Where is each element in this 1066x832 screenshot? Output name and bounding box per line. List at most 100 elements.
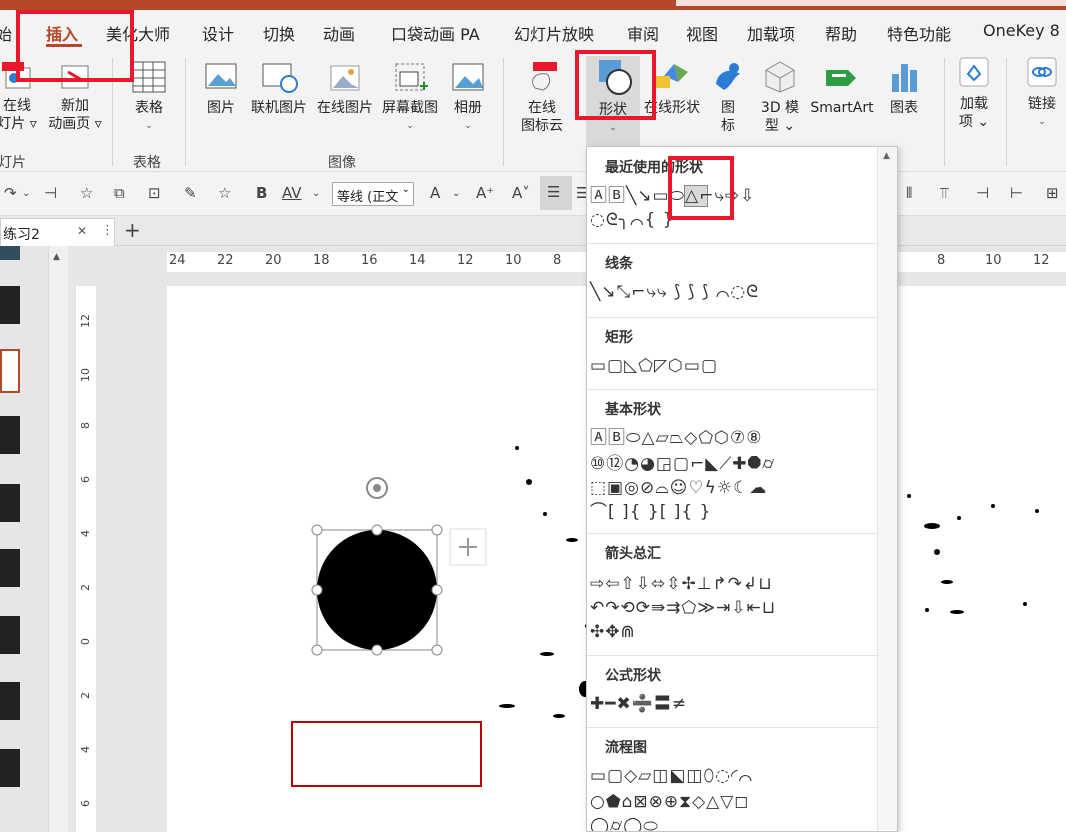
presenter-icon[interactable]: ⊡ xyxy=(148,184,161,202)
tab-transitions[interactable]: 切换 xyxy=(263,21,295,45)
align-icon[interactable]: ⊣ xyxy=(44,184,57,202)
icons-label-1: 图 xyxy=(721,100,735,116)
thumbnail-scrollbar[interactable]: ▲ xyxy=(48,246,68,832)
tab-view[interactable]: 视图 xyxy=(686,21,718,45)
black-circle-shape[interactable] xyxy=(317,530,437,650)
format-painter-icon[interactable]: ✎ xyxy=(184,184,197,202)
basic-shapes-row[interactable]: 🄰🄱⬭△▱⏢◇⬠⬡⑦⑧ xyxy=(590,427,762,449)
album-label: 相册 xyxy=(454,100,482,116)
album-caret: ⌄ xyxy=(464,121,472,131)
close-icon[interactable]: ✕ xyxy=(77,224,87,238)
slide-thumbnail-selected[interactable] xyxy=(0,349,20,393)
favorite-icon[interactable]: ☆ xyxy=(218,184,231,202)
arrows-row[interactable]: ⇨⇦⇧⇩⬄⇳✢⊥↱↷↲⊔ xyxy=(590,573,773,595)
tab-help[interactable]: 帮助 xyxy=(825,21,857,45)
chart-button[interactable]: 图表 xyxy=(880,60,928,117)
tab-slideshow[interactable]: 幻灯片放映 xyxy=(514,21,594,45)
ruler-tick-label: 8 xyxy=(79,422,92,429)
ruler-tick-label: 18 xyxy=(313,253,330,268)
increase-font-icon[interactable]: A⁺ xyxy=(476,184,494,202)
ruler-tick-label: 2 xyxy=(79,584,92,591)
ruler-tick-label: 6 xyxy=(79,800,92,807)
tab-addins[interactable]: 加载项 xyxy=(747,21,795,45)
ruler-tick-label: 24 xyxy=(169,253,186,268)
redo-icon[interactable]: ↷ xyxy=(4,184,17,202)
slide-thumbnail[interactable] xyxy=(0,416,20,454)
slide-thumbnail[interactable] xyxy=(0,484,20,522)
decrease-font-icon[interactable]: A˅ xyxy=(512,184,530,202)
rectangles-row[interactable]: ▭▢◺⬠◸⬡▭▢ xyxy=(590,355,718,377)
section-divider xyxy=(587,655,879,656)
icons-button[interactable]: 图 标 xyxy=(706,60,750,135)
align-left-shape-icon[interactable]: ⊢ xyxy=(1010,184,1023,202)
flowchart-row[interactable]: ○⬟⌂⊠⊗⊕⧗◇△▽◻ xyxy=(590,791,749,813)
lines-row[interactable]: ╲↘⤡⌐⤷⤷ ⟆ ⟆ ⟆ ⌒◌ᘓ xyxy=(590,281,759,303)
addins-button[interactable]: 加载 项 ⌄ xyxy=(952,56,996,131)
chart-label: 图表 xyxy=(890,100,918,116)
tab-onekey[interactable]: OneKey 8 xyxy=(983,21,1060,40)
online-picture2-label: 在线图片 xyxy=(317,100,373,116)
slide-thumbnail[interactable] xyxy=(0,286,20,324)
equation-shapes-row[interactable]: ✚━✖➗〓≠ xyxy=(590,693,687,715)
red-outline-rectangle[interactable] xyxy=(291,721,482,787)
flowchart-row[interactable]: ◯⌭◯⬭ xyxy=(590,815,659,831)
arrows-title: 箭头总汇 xyxy=(605,546,661,562)
scroll-up-icon[interactable]: ▲ xyxy=(883,151,890,161)
online-picture-button[interactable]: 联机图片 xyxy=(246,60,312,117)
add-tab-icon[interactable]: + xyxy=(124,218,141,242)
shapes-caret: ⌄ xyxy=(609,123,617,133)
scroll-up-icon[interactable]: ▲ xyxy=(53,252,60,262)
char-spacing-icon[interactable]: AV xyxy=(282,184,302,202)
distribute-icon[interactable]: ⫴ xyxy=(906,184,912,202)
rotate-handle-icon[interactable] xyxy=(366,477,388,499)
table-caret: ⌄ xyxy=(145,121,153,131)
arrows-row[interactable]: ↶↷⟲⟳⇛⇉⬠≫⇥⇩⇤⊔ xyxy=(590,597,776,619)
document-tab[interactable]: 练习2 ✕ ⋮ xyxy=(0,218,115,246)
ruler-tick-label: 10 xyxy=(505,253,522,268)
album-icon xyxy=(452,63,484,91)
font-color-icon[interactable]: A xyxy=(430,184,440,202)
picture-button[interactable]: 图片 xyxy=(196,60,246,117)
slide-thumbnail[interactable] xyxy=(0,682,20,720)
tab-start[interactable]: 始 xyxy=(0,21,12,45)
basic-shapes-row[interactable]: ⑩⑫◔◕◲▢⌐◣⟋✚⯃⌭ xyxy=(590,453,775,475)
addins-label-1: 加载 xyxy=(960,96,988,112)
align-left-object-icon[interactable]: ⊣ xyxy=(976,184,989,202)
album-button[interactable]: 相册 ⌄ xyxy=(445,60,491,135)
align-top-icon[interactable]: ⫪ xyxy=(940,184,948,202)
link-icon xyxy=(1027,57,1057,87)
online-picture2-button[interactable]: 在线图片 xyxy=(312,60,378,117)
arrows-row[interactable]: ✣✥⋒ xyxy=(590,621,636,643)
smartart-button[interactable]: SmartArt xyxy=(806,60,878,117)
font-name-select[interactable]: 等线 (正文 ⌄ xyxy=(332,182,414,206)
slide-thumbnail[interactable] xyxy=(0,616,20,654)
tab-animations[interactable]: 动画 xyxy=(323,21,355,45)
rectangles-title: 矩形 xyxy=(605,330,633,346)
3d-model-button[interactable]: 3D 模 型 ⌄ xyxy=(752,60,808,135)
tab-features[interactable]: 特色功能 xyxy=(887,21,951,45)
tab-design[interactable]: 设计 xyxy=(202,21,234,45)
basic-shapes-row[interactable]: ⌒[ ]{ }[ ]{ } xyxy=(590,501,711,523)
basic-shapes-row[interactable]: ⬚▣◎⊘⌓☺♡ϟ☼☾☁ xyxy=(590,477,767,499)
align-center-button[interactable]: ☰ xyxy=(540,176,572,210)
online-shapes-icon xyxy=(656,64,688,88)
slide-thumbnail[interactable] xyxy=(0,749,20,787)
tab-review[interactable]: 审阅 xyxy=(627,21,659,45)
icon-cloud-button[interactable]: 在线 图标云 xyxy=(514,60,570,135)
dropdown-scrollbar[interactable]: ▲ xyxy=(877,147,897,831)
dropdown-caret-icon[interactable]: ⌄ xyxy=(22,188,30,199)
more-icon[interactable]: ⋮ xyxy=(101,223,114,238)
font-color-caret-icon[interactable]: ⌄ xyxy=(452,188,460,199)
slide-thumbnail[interactable] xyxy=(0,549,20,587)
flowchart-row[interactable]: ▭▢◇▱◫⬕◫⬯◌◜⌒ xyxy=(590,765,753,787)
recent-shapes-row[interactable]: ◌ᘓ╮⌒{ } xyxy=(590,209,675,231)
shape-select-icon[interactable]: ⧉ xyxy=(114,184,125,202)
bold-button[interactable]: B xyxy=(256,184,267,202)
arrange-icon[interactable]: ⊞ xyxy=(1046,184,1059,202)
char-spacing-caret-icon[interactable]: ⌄ xyxy=(312,188,320,199)
tab-pocket-anim[interactable]: 口袋动画 PA xyxy=(391,21,480,45)
font-name-value: 等线 (正文 xyxy=(337,190,399,205)
link-button[interactable]: 链接 ⌄ xyxy=(1018,56,1066,131)
screenshot-button[interactable]: 屏幕截图 ⌄ xyxy=(377,60,443,135)
star-icon[interactable]: ☆ xyxy=(80,184,93,202)
